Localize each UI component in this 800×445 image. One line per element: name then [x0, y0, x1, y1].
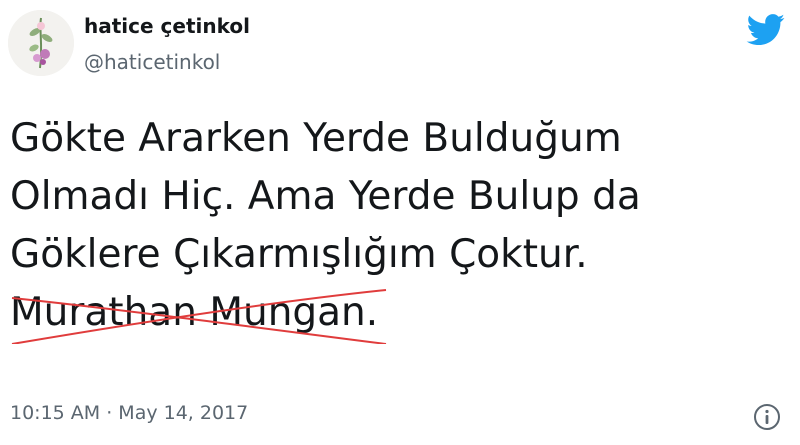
tweet-author-line: Murathan Mungan. — [10, 284, 790, 344]
info-icon[interactable] — [752, 402, 782, 432]
avatar[interactable] — [8, 10, 74, 76]
tweet-card: hatice çetinkol @haticetinkol Gökte Arar… — [0, 0, 800, 445]
tweet-timestamp[interactable]: 10:15 AM · May 14, 2017 — [10, 402, 248, 424]
tweet-text: Gökte Ararken Yerde Bulduğum Olmadı Hiç.… — [10, 110, 790, 344]
display-name[interactable]: hatice çetinkol — [84, 14, 250, 38]
author-period: . — [365, 290, 379, 335]
tweet-line: Gökte Ararken Yerde Bulduğum — [10, 116, 622, 161]
user-handle[interactable]: @haticetinkol — [84, 50, 220, 74]
crossed-out-author: Murathan Mungan — [10, 284, 387, 344]
tweet-line: Göklere Çıkarmışlığım Çoktur. — [10, 232, 588, 277]
author-name: Murathan Mungan — [10, 290, 366, 335]
avatar-flower-image — [8, 10, 74, 76]
tweet-line: Olmadı Hiç. Ama Yerde Bulup da — [10, 174, 641, 219]
twitter-bird-icon[interactable] — [746, 14, 786, 46]
